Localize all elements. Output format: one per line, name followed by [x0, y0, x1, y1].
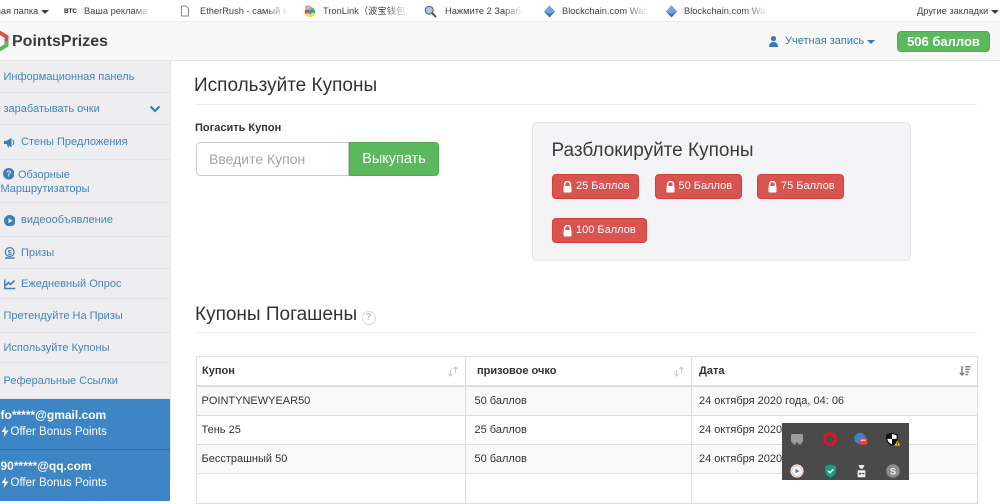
svg-text:$: $ [7, 249, 11, 257]
svg-text:?: ? [6, 169, 11, 179]
svg-text:S: S [890, 466, 896, 477]
